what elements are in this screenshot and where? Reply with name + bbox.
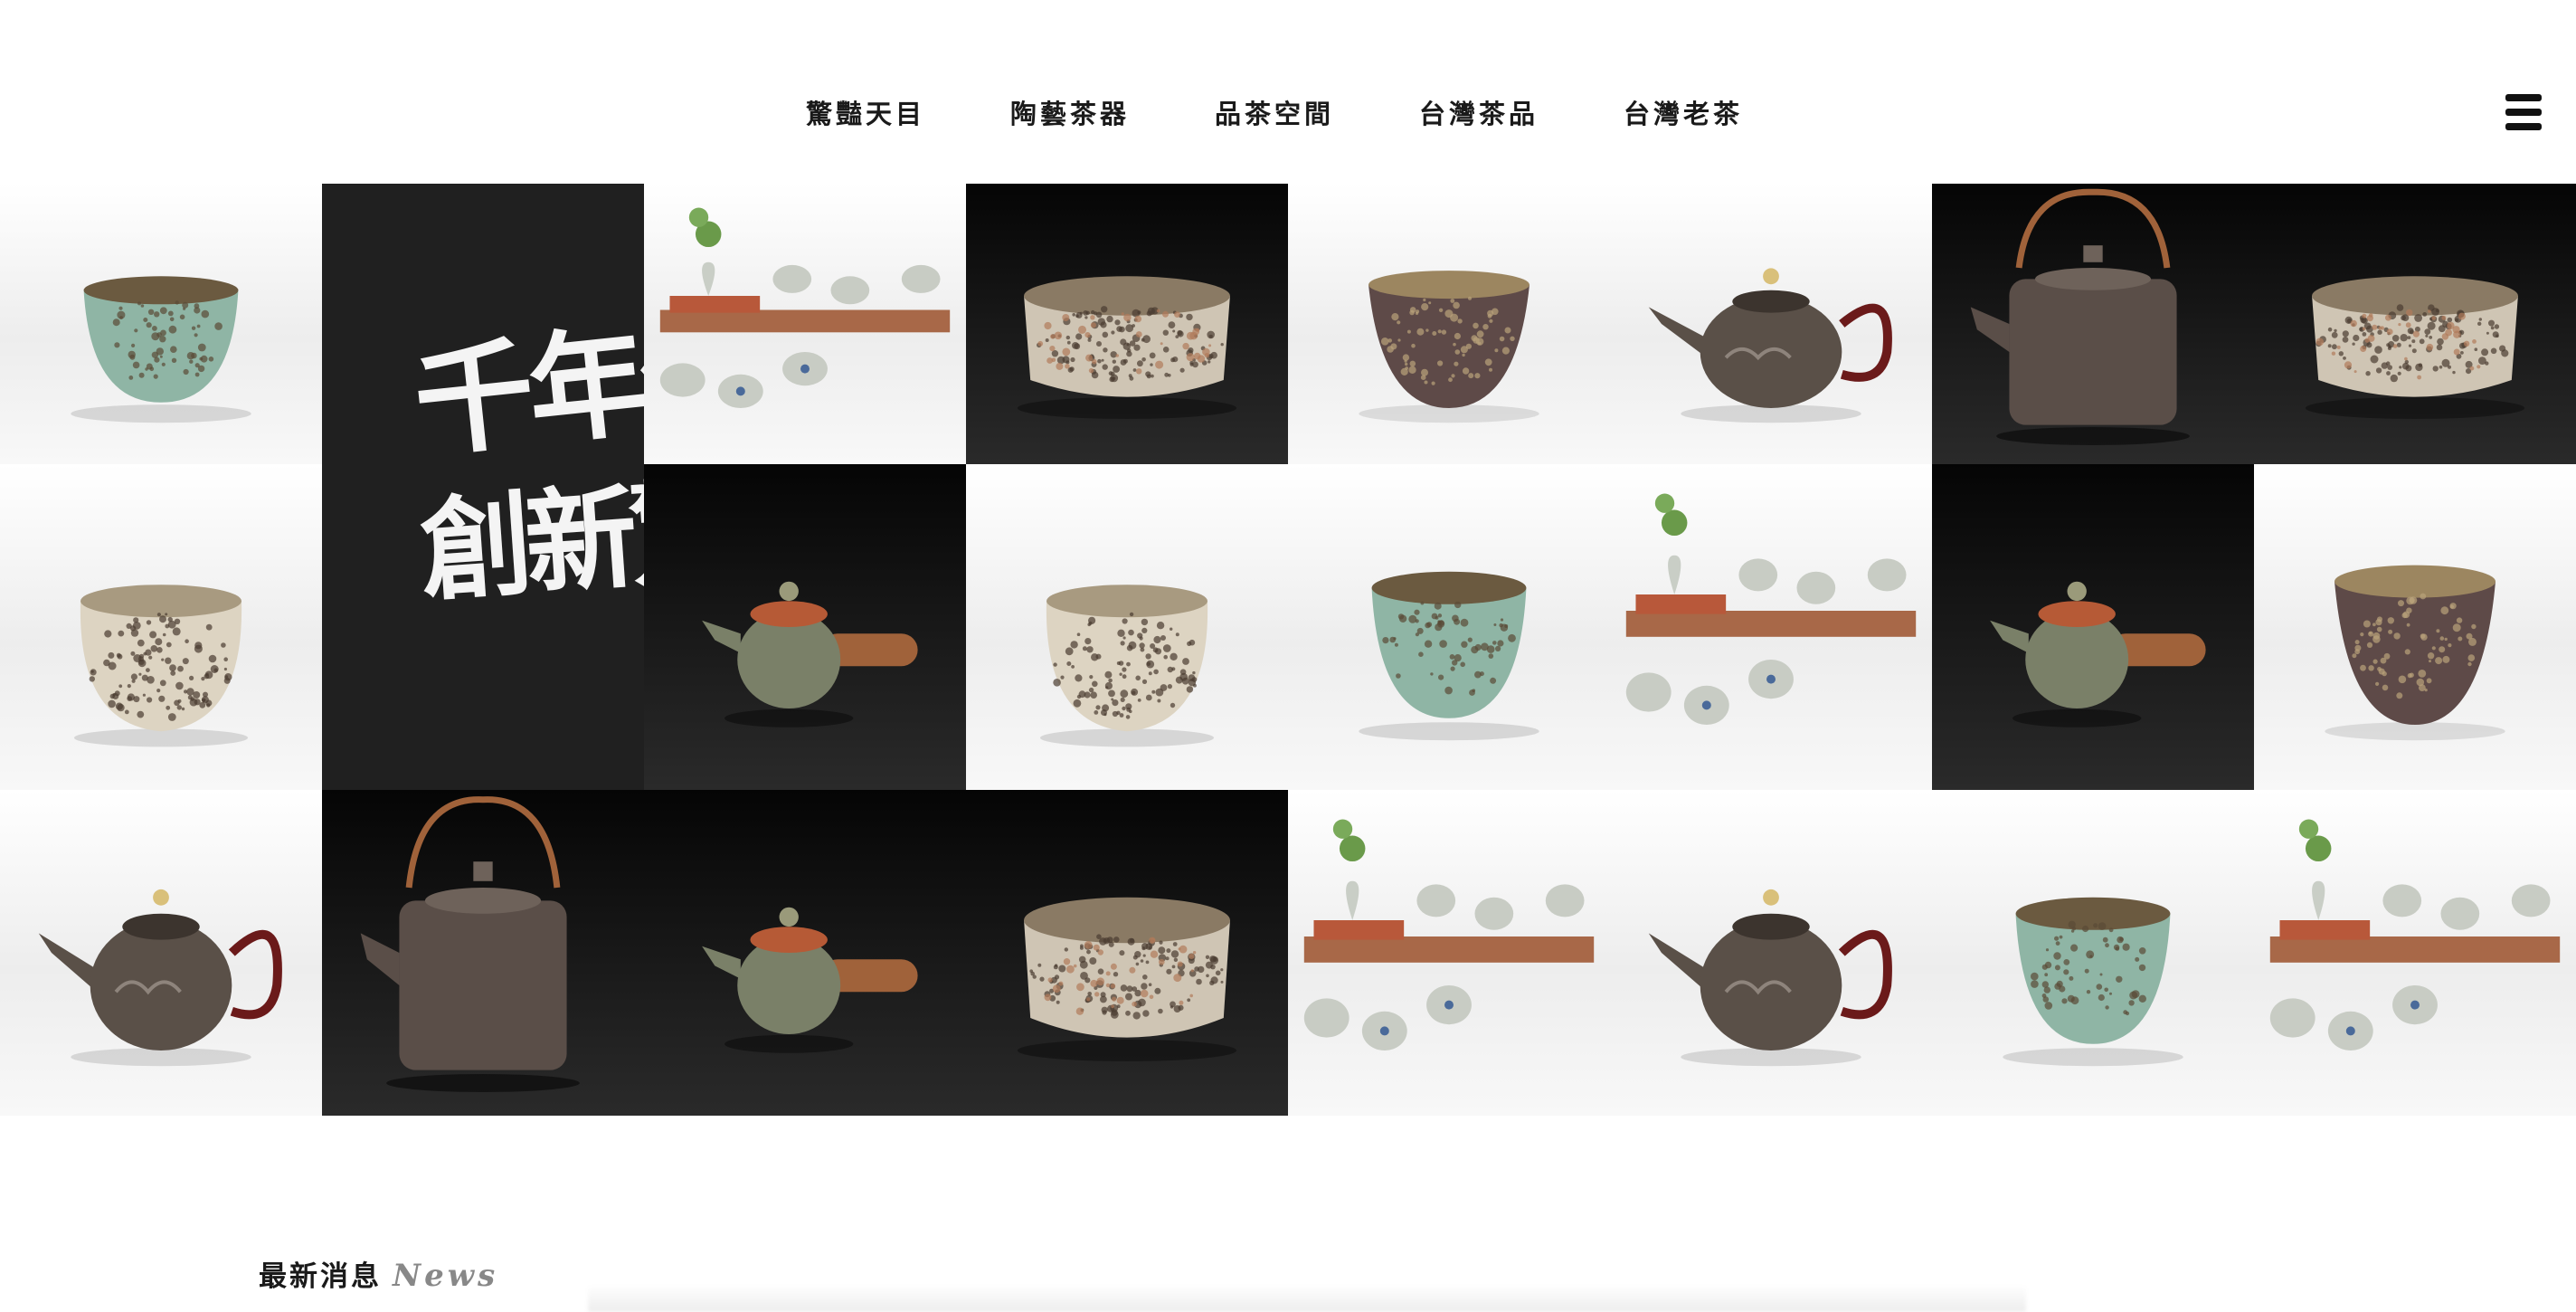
- product-photo: [966, 184, 1288, 464]
- product-photo: [966, 464, 1288, 790]
- product-photo: [1288, 184, 1610, 464]
- nav-item-taiwan-tea[interactable]: 台灣茶品: [1419, 93, 1539, 131]
- product-photo: [0, 464, 322, 790]
- product-photo: [1288, 464, 1610, 790]
- main-nav: 驚豔天目 陶藝茶器 品茶空間 台灣茶品 台灣老茶: [0, 93, 2562, 131]
- product-photo: [2254, 790, 2576, 1116]
- product-tile-tea-cup-set-with-tray[interactable]: [1288, 790, 1610, 1116]
- product-tile-speckled-tea-bowl[interactable]: [2254, 184, 2576, 464]
- product-tile-brown-tea-bowl[interactable]: [1288, 184, 1610, 464]
- product-photo: [644, 464, 966, 790]
- product-tile-speckled-tea-bowl[interactable]: [966, 184, 1288, 464]
- product-tile-side-handle-teapot[interactable]: [644, 464, 966, 790]
- product-photo: [1288, 790, 1610, 1116]
- nav-item-ceramic-teaware[interactable]: 陶藝茶器: [1010, 93, 1130, 131]
- nav-item-tea-space[interactable]: 品茶空間: [1215, 93, 1334, 131]
- hamburger-menu-icon[interactable]: [2505, 94, 2542, 134]
- product-tile-speckled-tea-jar[interactable]: [966, 464, 1288, 790]
- product-tile-iron-kettle[interactable]: [322, 790, 644, 1116]
- news-title-en: News: [393, 1258, 498, 1294]
- product-photo: [1610, 464, 1932, 790]
- product-gallery: 千年傳承 創新驚艷: [0, 184, 2576, 1116]
- product-tile-cloud-teapot[interactable]: [1610, 184, 1932, 464]
- product-tile-speckled-tea-jar[interactable]: [0, 464, 322, 790]
- product-tile-side-handle-teapot[interactable]: [644, 790, 966, 1116]
- nav-item-tenmoku[interactable]: 驚豔天目: [806, 93, 925, 131]
- product-photo: [322, 790, 644, 1116]
- news-section-title: 最新消息 News: [259, 1253, 498, 1294]
- product-tile-iron-kettle[interactable]: [1932, 184, 2254, 464]
- product-tile-speckled-tea-bowl[interactable]: [966, 790, 1288, 1116]
- product-photo: [1932, 790, 2254, 1116]
- site-header: 驚豔天目 陶藝茶器 品茶空間 台灣茶品 台灣老茶: [0, 0, 2576, 184]
- news-card-edge: [588, 1285, 2026, 1312]
- product-photo: [2254, 184, 2576, 464]
- product-photo: [644, 790, 966, 1116]
- product-tile-celadon-tea-bowl[interactable]: [0, 184, 322, 464]
- product-photo: [1932, 184, 2254, 464]
- product-tile-cloud-teapot[interactable]: [1610, 790, 1932, 1116]
- product-tile-tea-cup-set-with-tray[interactable]: [644, 184, 966, 464]
- product-tile-cloud-teapot[interactable]: [0, 790, 322, 1116]
- product-photo: [1610, 184, 1932, 464]
- product-tile-tea-cup-set-with-tray[interactable]: [2254, 790, 2576, 1116]
- product-tile-tea-cup-set-with-tray[interactable]: [1610, 464, 1932, 790]
- product-tile-celadon-tea-bowl[interactable]: [1288, 464, 1610, 790]
- product-tile-celadon-tea-bowl[interactable]: [1932, 790, 2254, 1116]
- product-tile-side-handle-teapot[interactable]: [1932, 464, 2254, 790]
- product-photo: [2254, 464, 2576, 790]
- product-photo: [0, 790, 322, 1116]
- product-photo: [0, 184, 322, 464]
- product-photo: [644, 184, 966, 464]
- product-photo: [1932, 464, 2254, 790]
- product-photo: [966, 790, 1288, 1116]
- product-tile-brown-tea-bowl[interactable]: [2254, 464, 2576, 790]
- product-photo: [1610, 790, 1932, 1116]
- nav-item-aged-tea[interactable]: 台灣老茶: [1624, 93, 1743, 131]
- news-title-zh: 最新消息: [259, 1260, 382, 1293]
